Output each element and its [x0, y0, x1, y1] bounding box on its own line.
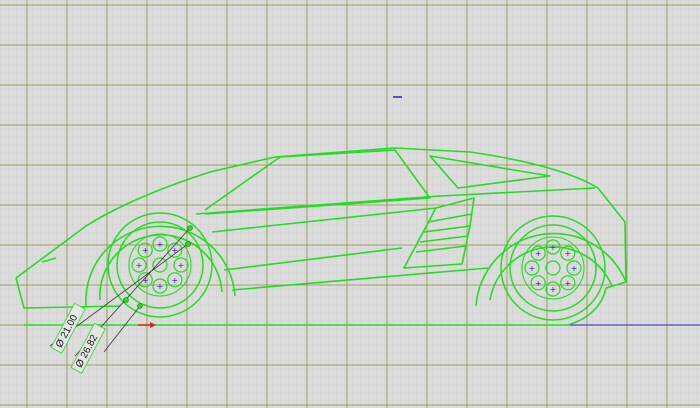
center-point-marker: + — [178, 261, 185, 270]
center-point-marker: + — [564, 279, 571, 288]
center-point-marker: + — [535, 279, 542, 288]
center-point-marker: + — [550, 285, 557, 294]
center-point-marker: + — [550, 243, 557, 252]
center-point-marker: + — [529, 264, 536, 273]
center-point-marker: + — [171, 276, 178, 285]
center-point-marker: + — [142, 246, 149, 255]
center-point-marker: + — [535, 249, 542, 258]
center-point-marker: + — [564, 249, 571, 258]
center-point-marker: + — [571, 264, 578, 273]
center-point-marker: + — [157, 282, 164, 291]
center-point-marker: + — [136, 261, 143, 270]
center-point-marker: + — [157, 240, 164, 249]
sketch-viewport[interactable]: ++++++++ ++++++++ Ø 21.00 Ø 26.82 — [0, 0, 700, 408]
